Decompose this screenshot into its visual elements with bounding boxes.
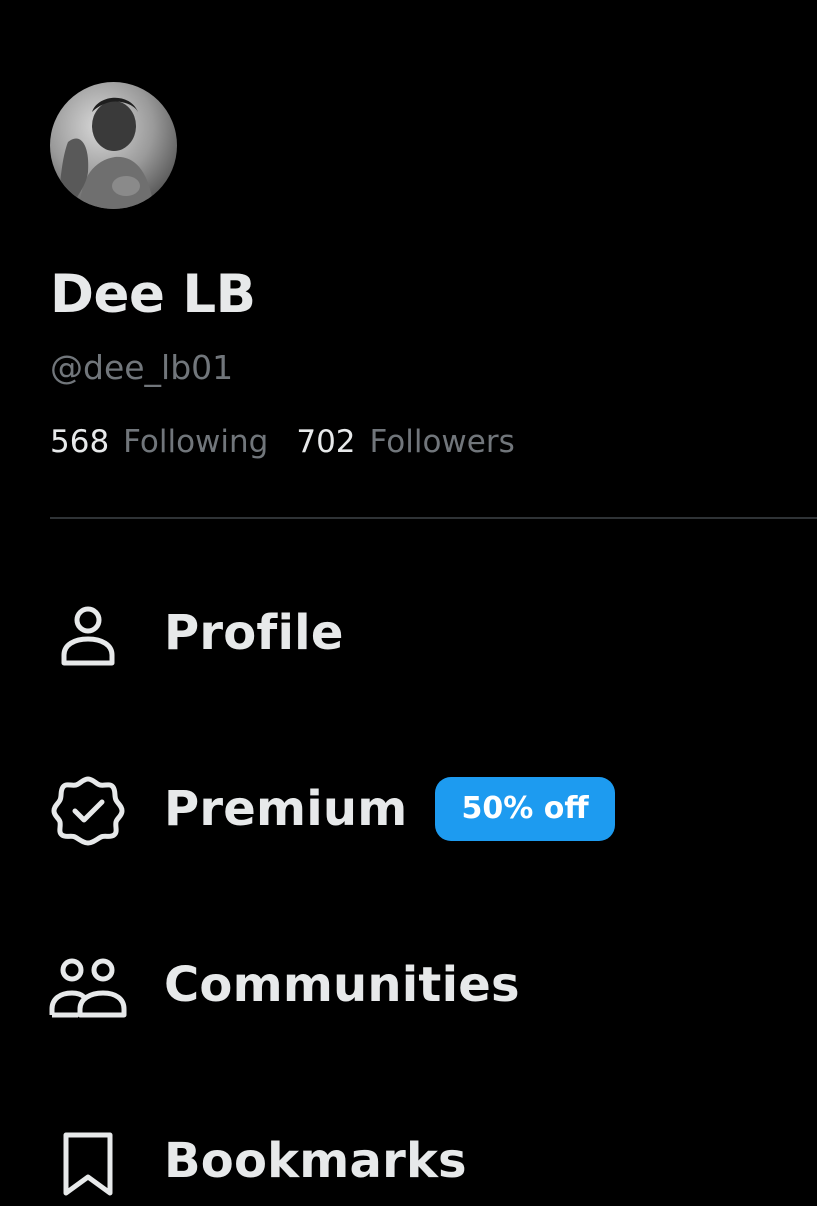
avatar-photo [50, 82, 177, 209]
nav-item-communities[interactable]: Communities [48, 940, 808, 1030]
person-icon [48, 593, 128, 673]
following-link[interactable]: 568 Following [50, 424, 268, 460]
followers-count: 702 [296, 424, 356, 460]
bookmark-icon [48, 1121, 128, 1201]
followers-link[interactable]: 702 Followers [296, 424, 514, 460]
following-label: Following [123, 424, 269, 460]
verified-badge-icon [48, 769, 128, 849]
discount-badge: 50% off [435, 777, 615, 841]
nav-item-bookmarks[interactable]: Bookmarks [48, 1116, 808, 1206]
nav-label-bookmarks: Bookmarks [164, 1133, 467, 1189]
divider [50, 517, 817, 519]
display-name[interactable]: Dee LB [50, 262, 256, 328]
people-icon [48, 945, 128, 1025]
nav-item-profile[interactable]: Profile [48, 588, 808, 678]
avatar[interactable] [50, 82, 177, 209]
nav-label-profile: Profile [164, 605, 344, 661]
follow-stats: 568 Following 702 Followers [50, 420, 515, 464]
followers-label: Followers [369, 424, 515, 460]
user-handle[interactable]: @dee_lb01 [50, 346, 233, 390]
nav-label-communities: Communities [164, 957, 520, 1013]
following-count: 568 [50, 424, 110, 460]
nav-item-premium[interactable]: Premium 50% off [48, 764, 808, 854]
nav-label-premium: Premium [164, 781, 408, 837]
